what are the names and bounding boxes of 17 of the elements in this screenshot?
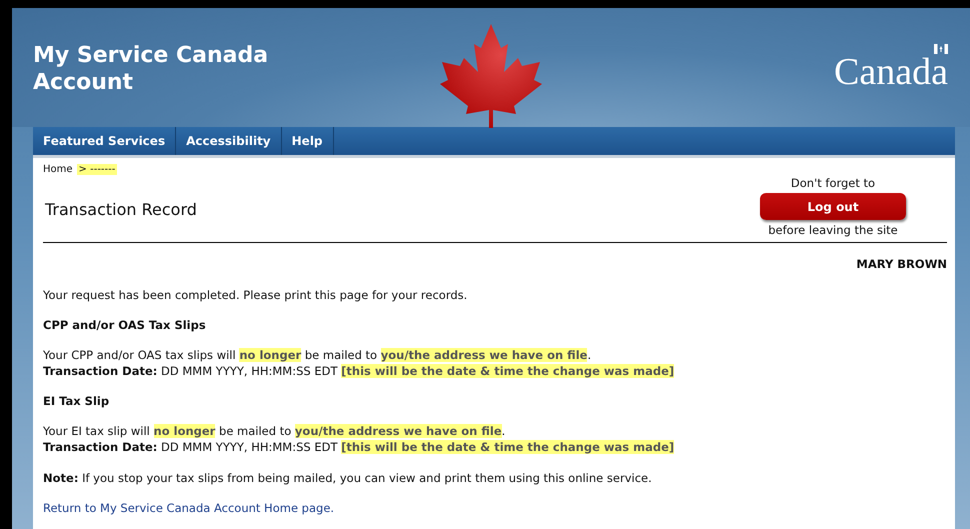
return-home-link[interactable]: Return to My Service Canada Account Home page. [43, 501, 334, 515]
breadcrumb-link[interactable]: Home [43, 164, 73, 174]
user-name: MARY BROWN [855, 257, 947, 271]
site-title: My Service Canada Account [33, 42, 270, 96]
note-text: Note: If you stop your tax slips from being mailed, you can view and print them using this online service. [43, 470, 653, 486]
canada-wordmark: Canada [834, 55, 948, 89]
section-heading: CPP and/or OAS Tax Slips [43, 318, 207, 332]
page-title: Transaction Record [45, 200, 197, 219]
logout-reminder: Don't forget to [790, 176, 876, 190]
breadcrumb-current: > ------- [76, 164, 118, 174]
transaction-date: Transaction Date: DD MMM YYYY, HH:MM:SS EDT [this will be the date & time the change was made] [43, 364, 674, 378]
intro-text: Your request has been completed. Please print this page for your records. [43, 287, 468, 303]
transaction-date: Transaction Date: DD MMM YYYY, HH:MM:SS EDT [this will be the date & time the change was made] [43, 440, 674, 454]
logout-reminder: before leaving the site [768, 223, 898, 237]
logout-button[interactable]: Log out [760, 193, 906, 220]
section-heading: EI Tax Slip [43, 394, 110, 408]
flag-icon [934, 44, 948, 54]
